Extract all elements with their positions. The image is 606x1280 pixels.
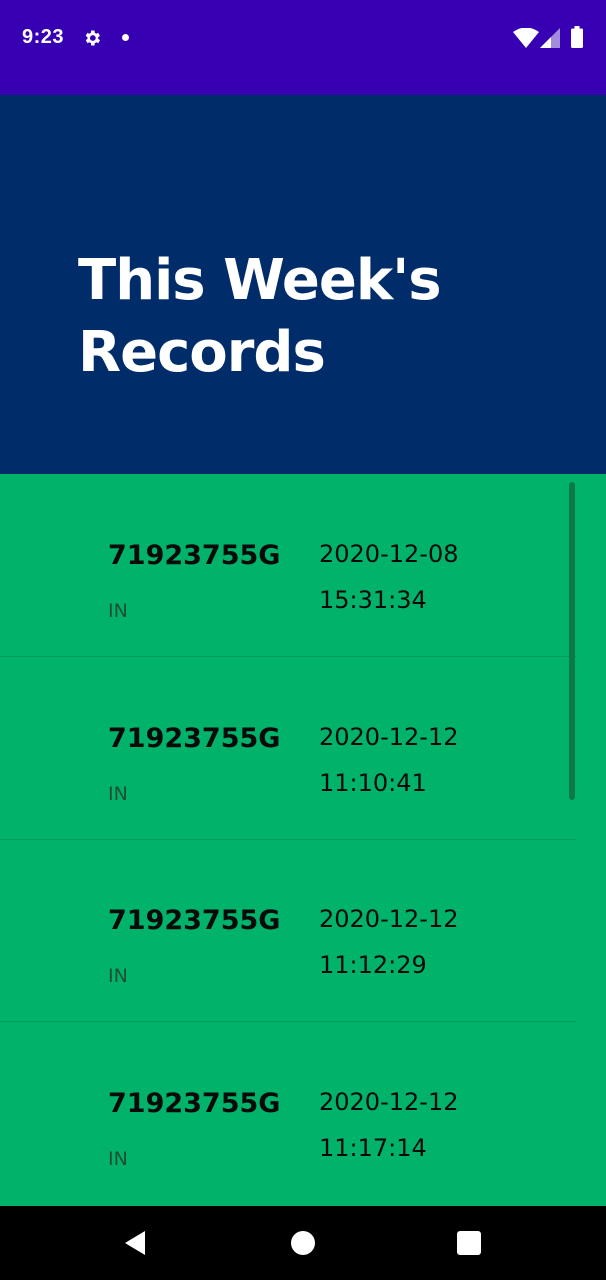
battery-icon: [571, 26, 583, 48]
record-date: 2020-12-12: [319, 905, 459, 933]
records-list[interactable]: 71923755G IN 2020-12-08 15:31:34 7192375…: [0, 474, 606, 1206]
record-type: IN: [108, 600, 128, 622]
record-row[interactable]: 71923755G IN 2020-12-12 11:10:41: [0, 657, 576, 840]
record-type: IN: [108, 783, 128, 805]
record-time: 11:12:29: [319, 951, 427, 979]
record-date: 2020-12-12: [319, 723, 459, 751]
notification-dot-icon: [122, 34, 129, 41]
record-row[interactable]: 71923755G IN 2020-12-12 11:12:29: [0, 839, 576, 1022]
record-time: 11:10:41: [319, 769, 427, 797]
back-icon[interactable]: [122, 1230, 148, 1256]
recents-icon[interactable]: [457, 1231, 481, 1255]
record-row[interactable]: 71923755G IN 2020-12-12 11:17:14: [0, 1022, 576, 1204]
record-id: 71923755G: [108, 540, 281, 571]
gear-icon: [85, 30, 100, 46]
status-time: 9:23: [22, 26, 65, 48]
page-title: This Week's Records: [78, 248, 442, 385]
header: This Week's Records: [0, 95, 606, 474]
record-id: 71923755G: [108, 905, 281, 936]
record-date: 2020-12-08: [319, 540, 459, 568]
app-screen: 9:23 This Week's Records 71923755G IN 20…: [0, 0, 606, 1280]
signal-icon: [540, 28, 560, 48]
record-date: 2020-12-12: [319, 1088, 459, 1116]
home-icon[interactable]: [291, 1231, 315, 1255]
record-id: 71923755G: [108, 723, 281, 754]
status-bar: 9:23: [0, 0, 606, 95]
record-id: 71923755G: [108, 1088, 281, 1119]
record-time: 15:31:34: [319, 586, 427, 614]
record-row[interactable]: 71923755G IN 2020-12-08 15:31:34: [0, 474, 576, 657]
record-type: IN: [108, 1148, 128, 1170]
record-time: 11:17:14: [319, 1134, 427, 1162]
record-type: IN: [108, 965, 128, 987]
scrollbar[interactable]: [569, 482, 575, 800]
wifi-icon: [513, 28, 539, 48]
navigation-bar: [0, 1206, 606, 1280]
